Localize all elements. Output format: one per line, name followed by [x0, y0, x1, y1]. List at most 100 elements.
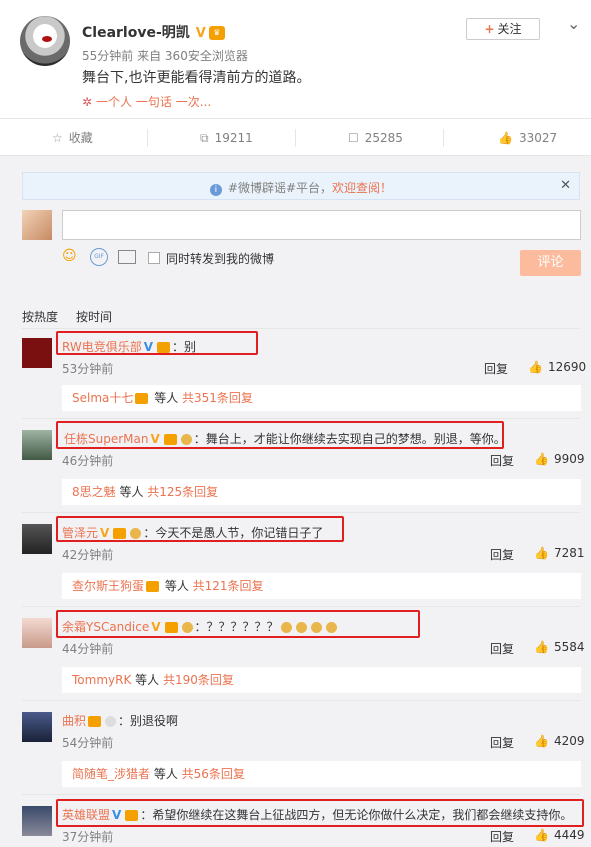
comment-like-button[interactable]: 👍 7281: [534, 546, 585, 560]
comment-button[interactable]: ☐ 25285: [348, 119, 403, 157]
repost-checkbox[interactable]: [148, 252, 160, 264]
comment-time: 42分钟前: [62, 548, 114, 562]
reply-summary[interactable]: 8思之魅 等人 共125条回复: [62, 479, 581, 505]
notice-link[interactable]: 欢迎查阅！: [332, 181, 392, 195]
highlight-box: [56, 516, 344, 542]
divider: [22, 700, 580, 701]
topic-flower-icon: ✲: [82, 95, 93, 109]
reply-mid: 等人: [161, 579, 193, 593]
comment-input[interactable]: [62, 210, 581, 240]
thumbs-up-icon: 👍: [534, 452, 549, 466]
panda-icon: [105, 716, 117, 727]
commenter-avatar[interactable]: [22, 618, 52, 648]
vip-crown-icon: ♛: [208, 26, 225, 40]
author-avatar[interactable]: [20, 16, 70, 66]
collect-button[interactable]: ☆ 收藏: [52, 119, 93, 157]
comment-time: 37分钟前: [62, 830, 114, 844]
highlight-box: [56, 421, 504, 449]
reply-summary[interactable]: Selma十七 等人 共351条回复: [62, 385, 581, 411]
repost-button[interactable]: ⧉ 19211: [200, 119, 253, 157]
reply-user[interactable]: 8思之魅: [72, 485, 116, 499]
author-name[interactable]: Clearlove-明凯: [82, 25, 190, 41]
highlight-box: [56, 799, 584, 827]
comment-count: 25285: [364, 131, 403, 145]
emoji-icon[interactable]: ☺: [62, 248, 77, 264]
thumbs-up-icon: 👍: [534, 640, 549, 654]
like-button[interactable]: 👍 33027: [498, 119, 557, 157]
divider: [22, 418, 580, 419]
star-icon: ☆: [52, 131, 63, 145]
repost-checkbox-label: 同时转发到我的微博: [166, 252, 275, 266]
reply-summary[interactable]: 简随笔_涉猎者 等人 共56条回复: [62, 761, 581, 787]
commenter-name[interactable]: 曲积: [62, 714, 86, 728]
reply-user[interactable]: Selma十七: [72, 391, 133, 405]
reply-count[interactable]: 共351条回复: [182, 391, 253, 405]
weibo-post: Clearlove-明凯 V ♛ 55分钟前 来自 360安全浏览器 舞台下,也许更…: [0, 0, 591, 118]
like-count: 33027: [518, 131, 558, 145]
comment-like-button[interactable]: 👍 4449: [534, 828, 585, 842]
commenter-avatar[interactable]: [22, 712, 52, 742]
comment-time: 54分钟前: [62, 736, 114, 750]
post-text: 舞台下,也许更能看得清前方的道路。: [82, 70, 311, 86]
reply-button[interactable]: 回复: [490, 640, 514, 657]
reply-button[interactable]: 回复: [490, 546, 514, 563]
commenter-avatar[interactable]: [22, 806, 52, 836]
sort-tabs: 按热度 按时间: [22, 308, 130, 325]
comment-like-button[interactable]: 👍 9909: [534, 452, 585, 466]
tab-sort-hot[interactable]: 按热度: [22, 310, 58, 324]
reply-summary[interactable]: TommyRK 等人 共190条回复: [62, 667, 581, 693]
vip-crown-icon: [88, 716, 102, 727]
verified-badge: V: [195, 26, 206, 41]
post-topic[interactable]: ✲ 一个人 一句话 一次...: [82, 93, 211, 110]
comments-section: i #微博辟谣#平台，欢迎查阅！ ✕ ☺ GIF 同时转发到我的微博 评论 按热度…: [0, 156, 591, 847]
reply-button[interactable]: 回复: [490, 452, 514, 469]
reply-button[interactable]: 回复: [490, 828, 514, 845]
post-time[interactable]: 55分钟前: [82, 49, 133, 63]
comment-like-button[interactable]: 👍 12690: [528, 360, 586, 374]
divider: [295, 129, 296, 147]
vip-crown-icon: [135, 393, 149, 404]
divider: [22, 606, 580, 607]
commenter-avatar[interactable]: [22, 430, 52, 460]
commenter-avatar[interactable]: [22, 338, 52, 368]
chevron-down-icon[interactable]: ⌄: [567, 14, 580, 33]
gif-icon[interactable]: GIF: [90, 248, 108, 266]
reply-button[interactable]: 回复: [490, 734, 514, 751]
comment-like-button[interactable]: 👍 4209: [534, 734, 585, 748]
reply-user[interactable]: 查尔斯王狗蛋: [72, 579, 144, 593]
like-count: 4449: [553, 828, 585, 842]
thumbs-up-icon: 👍: [534, 734, 549, 748]
like-count: 9909: [553, 452, 585, 466]
reply-user[interactable]: 简随笔_涉猎者: [72, 767, 150, 781]
close-icon[interactable]: ✕: [560, 178, 571, 193]
submit-comment-button[interactable]: 评论: [520, 250, 581, 276]
reply-user[interactable]: TommyRK: [72, 673, 131, 687]
thumbs-up-icon: 👍: [534, 546, 549, 560]
like-count: 5584: [553, 640, 585, 654]
comment-like-button[interactable]: 👍 5584: [534, 640, 585, 654]
my-avatar: [22, 210, 52, 240]
action-bar: ☆ 收藏 ⧉ 19211 ☐ 25285 👍 33027: [0, 118, 591, 156]
reply-count[interactable]: 共56条回复: [182, 767, 245, 781]
divider: [22, 328, 580, 329]
post-meta: 55分钟前 来自 360安全浏览器: [82, 47, 248, 64]
reply-count[interactable]: 共121条回复: [193, 579, 264, 593]
reply-count[interactable]: 共190条回复: [163, 673, 234, 687]
like-count: 7281: [553, 546, 585, 560]
follow-label: 关注: [497, 22, 522, 36]
thumbs-up-icon: 👍: [534, 828, 549, 842]
highlight-box: [56, 331, 258, 355]
comment-time: 46分钟前: [62, 454, 114, 468]
plus-icon: +: [484, 22, 495, 36]
reply-count[interactable]: 共125条回复: [147, 485, 218, 499]
reply-summary[interactable]: 查尔斯王狗蛋 等人 共121条回复: [62, 573, 581, 599]
author-line: Clearlove-明凯 V ♛: [82, 22, 225, 42]
tab-sort-time[interactable]: 按时间: [76, 310, 112, 324]
reply-button[interactable]: 回复: [484, 360, 508, 377]
image-icon[interactable]: [118, 250, 136, 264]
post-source: 来自 360安全浏览器: [137, 49, 248, 63]
commenter-avatar[interactable]: [22, 524, 52, 554]
info-icon: i: [209, 184, 222, 196]
follow-button[interactable]: + 关注: [466, 18, 540, 40]
reply-mid: 等人: [131, 673, 163, 687]
